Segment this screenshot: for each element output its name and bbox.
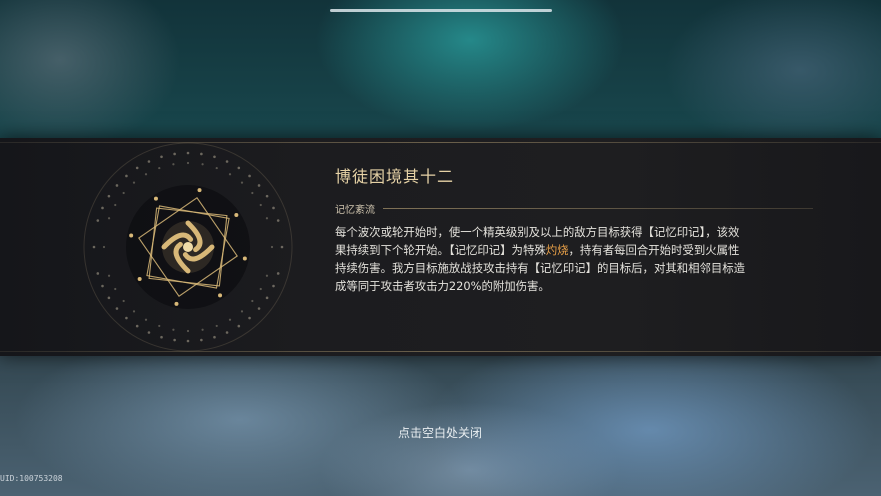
blessing-category: 记忆紊流 xyxy=(335,204,375,216)
blessing-title: 博徒困境其十二 xyxy=(335,167,455,186)
description-line: 持续伤害。我方目标施放战技攻击持有【记忆印记】的目标后，对其和相邻目标造 xyxy=(335,261,746,275)
description-line: 每个波次或轮开始时，使一个精英级别及以上的敌方目标获得【记忆印记】，该效 xyxy=(335,225,740,239)
top-handle-bar xyxy=(330,9,552,12)
memory-swirl-icon xyxy=(83,142,293,352)
screen[interactable]: 博徒困境其十二 记忆紊流 每个波次或轮开始时，使一个精英级别及以上的敌方目标获得… xyxy=(0,0,881,496)
category-divider xyxy=(383,207,813,209)
tap-to-close-hint[interactable]: 点击空白处关闭 xyxy=(380,424,500,441)
blessing-content: 博徒困境其十二 记忆紊流 每个波次或轮开始时，使一个精英级别及以上的敌方目标获得… xyxy=(335,166,813,295)
blessing-category-row: 记忆紊流 xyxy=(335,201,813,216)
description-line: 成等同于攻击者攻击力220%的附加伤害。 xyxy=(335,279,550,293)
description-line: 果持续到下个轮开始。【记忆印记】为特殊灼烧，持有者每回合开始时受到火属性 xyxy=(335,243,740,257)
uid-label: UID:100753208 xyxy=(0,474,63,483)
burn-keyword: 灼烧 xyxy=(545,243,569,257)
blessing-description: 每个波次或轮开始时，使一个精英级别及以上的敌方目标获得【记忆印记】，该效 果持续… xyxy=(335,223,813,295)
blessing-detail-panel: 博徒困境其十二 记忆紊流 每个波次或轮开始时，使一个精英级别及以上的敌方目标获得… xyxy=(0,138,881,356)
